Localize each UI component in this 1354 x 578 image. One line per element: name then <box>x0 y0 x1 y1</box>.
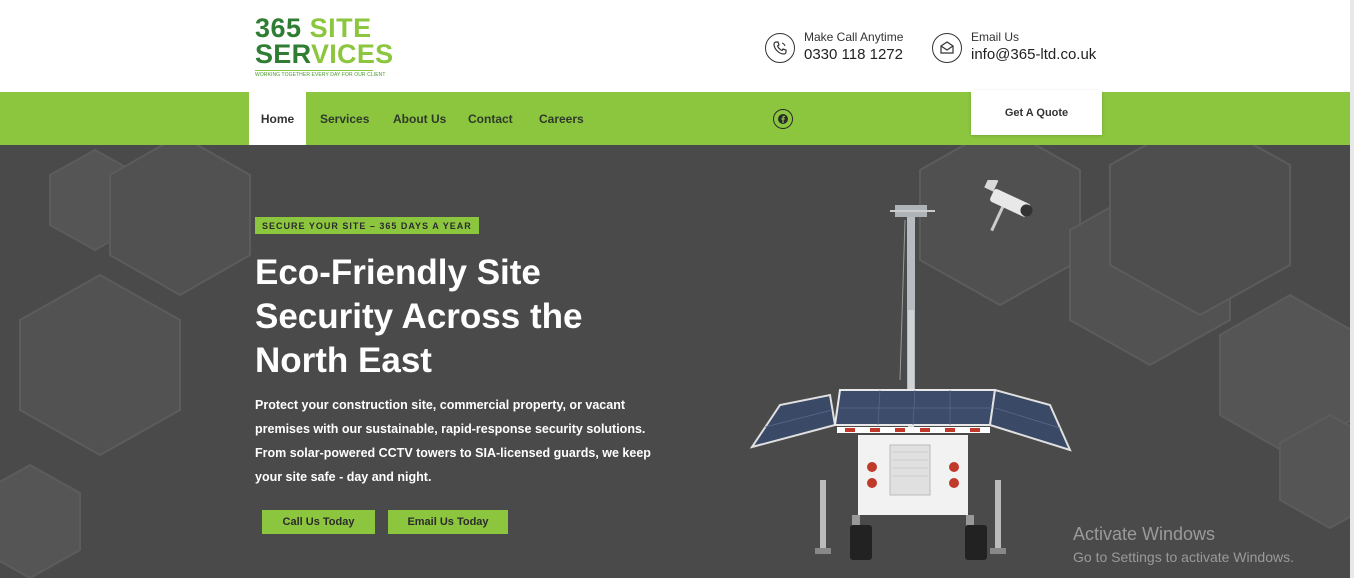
activate-windows-title: Activate Windows <box>1073 524 1216 544</box>
nav-label: About Us <box>393 111 447 126</box>
headline-line: North East <box>255 341 432 380</box>
window-scrollbar[interactable] <box>1350 0 1354 578</box>
nav-item-services[interactable]: Services <box>320 92 369 145</box>
email-us-today-button[interactable]: Email Us Today <box>388 510 508 534</box>
solar-cctv-tower-image <box>749 180 1072 560</box>
facebook-icon[interactable] <box>773 109 793 129</box>
nav-label: Contact <box>468 111 513 126</box>
nav-label: Home <box>260 111 295 126</box>
logo-line-2: SERVICES <box>255 39 393 69</box>
phone-number[interactable]: 0330 118 1272 <box>804 45 903 65</box>
nav-item-contact[interactable]: Contact <box>468 92 513 145</box>
logo-line-1: 365 SITE <box>255 15 373 42</box>
logo-text-vices: VICES <box>310 39 394 69</box>
hero-badge: SECURE YOUR SITE – 365 DAYS A YEAR <box>255 217 479 234</box>
get-a-quote-button[interactable]: Get A Quote <box>971 90 1102 135</box>
logo-text-ser: SER <box>255 39 311 69</box>
nav-label: Services <box>320 111 370 126</box>
hero-section: SECURE YOUR SITE – 365 DAYS A YEAR Eco-F… <box>0 145 1354 578</box>
description-line: From solar-powered CCTV towers to SIA-li… <box>255 446 651 460</box>
hero-headline: Eco-Friendly Site Security Across the No… <box>255 251 655 383</box>
nav-item-about-us[interactable]: About Us <box>393 92 446 145</box>
phone-contact[interactable]: Make Call Anytime 0330 118 1272 <box>765 30 903 65</box>
headline-line: Security Across the <box>255 297 583 336</box>
nav-item-careers[interactable]: Careers <box>539 92 584 145</box>
main-nav: Home Services About Us Contact Careers <box>0 92 1354 145</box>
site-header: 365 SITE SERVICES WORKING TOGETHER EVERY… <box>0 0 1354 92</box>
nav-label: Careers <box>539 111 584 126</box>
description-line: your site safe - day and night. <box>255 470 432 484</box>
envelope-icon <box>932 32 962 63</box>
company-logo[interactable]: 365 SITE SERVICES WORKING TOGETHER EVERY… <box>255 15 393 78</box>
logo-tagline: WORKING TOGETHER EVERY DAY FOR OUR CLIEN… <box>255 70 386 78</box>
hexagon-background <box>0 145 1354 578</box>
phone-label: Make Call Anytime <box>804 30 904 44</box>
email-contact[interactable]: Email Us info@365-ltd.co.uk <box>932 30 1096 65</box>
nav-item-home[interactable]: Home <box>249 92 306 145</box>
activate-windows-subtitle: Go to Settings to activate Windows. <box>1073 549 1294 565</box>
description-line: premises with our sustainable, rapid-res… <box>255 422 646 436</box>
headline-line: Eco-Friendly Site <box>255 253 541 292</box>
email-label: Email Us <box>971 30 1020 44</box>
hero-description: Protect your construction site, commerci… <box>255 393 665 489</box>
phone-icon <box>765 32 795 63</box>
call-us-today-button[interactable]: Call Us Today <box>262 510 375 534</box>
description-line: Protect your construction site, commerci… <box>255 398 626 412</box>
email-address[interactable]: info@365-ltd.co.uk <box>971 45 1096 65</box>
